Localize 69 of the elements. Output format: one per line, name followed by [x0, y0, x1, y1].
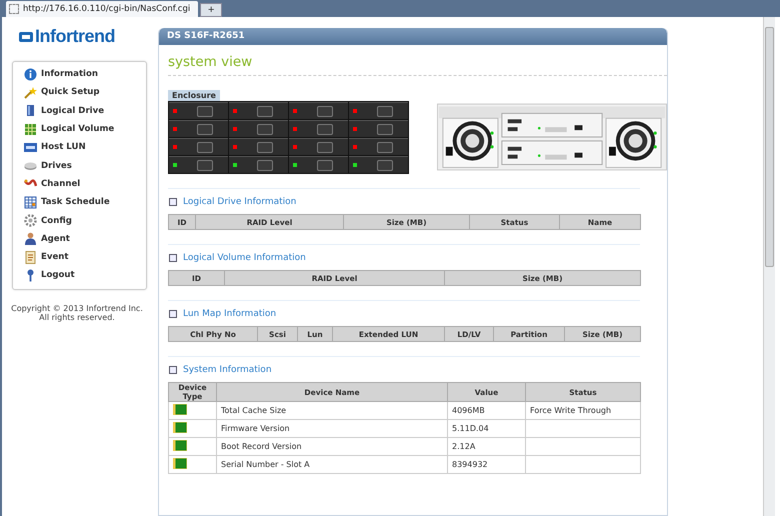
drive-slot[interactable]: [349, 102, 408, 119]
menu-item[interactable]: Config: [13, 211, 72, 230]
table-cell: 2.12A: [448, 438, 526, 456]
drive-slot[interactable]: [289, 138, 348, 155]
logo-icon: [18, 30, 34, 44]
drive-slot[interactable]: [349, 156, 408, 173]
lun-icon: [24, 140, 37, 154]
drive-slot[interactable]: [229, 138, 288, 155]
drive-slot[interactable]: [289, 156, 348, 173]
drive-slot[interactable]: [229, 102, 288, 119]
info-icon: [24, 68, 37, 81]
enclosure-label: Enclosure: [168, 90, 220, 101]
drive-slot[interactable]: [229, 120, 288, 137]
page-heading: system view: [168, 45, 667, 76]
page-icon: [9, 4, 19, 14]
menu-item[interactable]: Logical Drive: [13, 102, 104, 120]
section-title[interactable]: Logical Volume Information: [183, 253, 306, 263]
drive-slot[interactable]: [169, 120, 228, 137]
chip-icon: [173, 404, 187, 415]
collapse-toggle-icon[interactable]: [169, 198, 177, 206]
new-tab-button[interactable]: +: [200, 3, 222, 17]
table-cell: Serial Number - Slot A: [216, 456, 448, 474]
table-cell: 5.11D.04: [448, 420, 526, 438]
table-cell: 4096MB: [448, 402, 526, 420]
table-cell: 8394932: [448, 456, 526, 474]
menu-item[interactable]: Task Schedule: [13, 193, 110, 212]
table-cell: Total Cache Size: [216, 402, 448, 420]
collapse-toggle-icon[interactable]: [169, 310, 177, 318]
document-icon: [24, 250, 37, 264]
menu-item[interactable]: Drives: [13, 156, 72, 175]
browser-tab[interactable]: http://176.16.0.110/cgi-bin/NasConf.cgi: [6, 1, 198, 17]
drive-slot[interactable]: [169, 138, 228, 155]
copyright-text: All rights reserved.: [39, 312, 115, 322]
table-cell: Firmware Version: [216, 420, 448, 438]
drive-slot[interactable]: [169, 102, 228, 119]
collapse-toggle-icon[interactable]: [169, 366, 177, 374]
gear-icon: [24, 214, 37, 228]
table-cell: Force Write Through: [526, 402, 640, 420]
drive-slot[interactable]: [229, 156, 288, 173]
collapse-toggle-icon[interactable]: [169, 254, 177, 262]
drive-slot[interactable]: [289, 102, 348, 119]
calendar-icon: [24, 196, 37, 209]
grid-icon: [24, 122, 37, 136]
table-cell: Boot Record Version: [216, 438, 448, 456]
drive-slot[interactable]: [169, 156, 228, 173]
logo-text: Infortrend: [35, 26, 115, 47]
section-title[interactable]: Logical Drive Information: [183, 197, 296, 207]
chip-icon: [173, 458, 187, 469]
menu-item[interactable]: Channel: [13, 174, 80, 194]
menu-item[interactable]: Agent: [13, 230, 70, 248]
menu-item[interactable]: Event: [13, 248, 69, 266]
menu-item[interactable]: Logout: [13, 266, 75, 285]
drive-slot[interactable]: [289, 120, 348, 137]
section-title[interactable]: System Information: [183, 365, 272, 375]
menu-item[interactable]: Information: [13, 65, 98, 84]
drive-slot[interactable]: [349, 120, 408, 137]
chip-icon: [173, 422, 187, 433]
drive-icon: [24, 104, 37, 118]
menu-item[interactable]: Logical Volume: [13, 120, 114, 138]
copyright-text: Copyright © 2013 Infortrend Inc.: [11, 304, 143, 313]
chip-icon: [173, 440, 187, 451]
drive-slot[interactable]: [349, 138, 408, 155]
menu-item[interactable]: Quick Setup: [13, 83, 100, 102]
menu-item[interactable]: Host LUN: [13, 138, 86, 156]
scrollbar[interactable]: [763, 17, 775, 516]
section-title[interactable]: Lun Map Information: [183, 309, 276, 319]
wand-icon: [24, 86, 37, 99]
panel-title: DS S16F-R2651: [159, 28, 667, 45]
person-icon: [24, 232, 37, 246]
